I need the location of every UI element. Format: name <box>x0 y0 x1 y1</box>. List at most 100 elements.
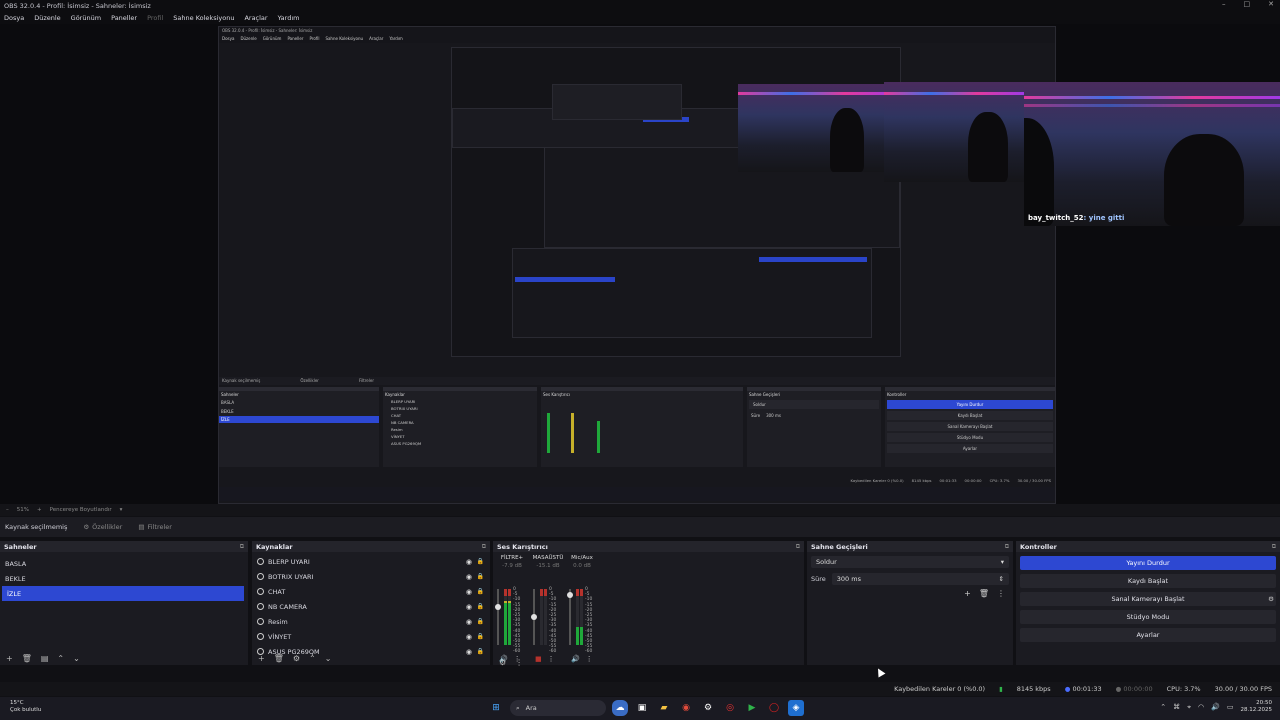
obs-icon[interactable]: ◎ <box>722 700 738 716</box>
dock-popout-icon[interactable]: ⧉ <box>240 543 244 551</box>
lock-icon[interactable]: 🔒 <box>477 603 484 610</box>
weather-widget[interactable]: 15°C Çok bulutlu <box>10 700 41 714</box>
gear-icon[interactable]: ⚙ <box>1264 592 1278 606</box>
filters-button[interactable]: ▤ Filtreler <box>138 523 172 531</box>
wifi-icon[interactable]: ◠ <box>1198 703 1204 711</box>
start-record-button[interactable]: Kaydı Başlat <box>1020 574 1276 588</box>
chevron-down-icon[interactable]: ⌄ <box>325 654 332 663</box>
webcam-feed-small <box>738 84 898 172</box>
properties-button[interactable]: ⚙ Özellikler <box>83 523 122 531</box>
dock-popout-icon[interactable]: ⧉ <box>1272 543 1276 551</box>
volume-fader[interactable] <box>531 589 537 645</box>
eye-icon[interactable]: ◉ <box>466 618 472 626</box>
task-view-icon[interactable]: ▣ <box>634 700 650 716</box>
stop-stream-button[interactable]: Yayını Durdur <box>1020 556 1276 570</box>
filter-icon[interactable]: ▤ <box>41 654 49 663</box>
chevron-up-icon[interactable]: ⌃ <box>309 654 316 663</box>
clock[interactable]: 20:50 28.12.2025 <box>1241 700 1273 714</box>
zoom-in-button[interactable]: + <box>37 507 42 513</box>
gear-icon[interactable]: ⚙ <box>293 654 300 663</box>
fader-knob[interactable] <box>495 604 501 610</box>
source-item[interactable]: NB CAMERA ◉ 🔒 <box>252 599 490 614</box>
chrome-icon[interactable]: ◉ <box>678 700 694 716</box>
lock-icon[interactable]: 🔒 <box>477 558 484 565</box>
source-item[interactable]: BLERP UYARI ◉ 🔒 <box>252 554 490 569</box>
volume-icon[interactable]: 🔊 <box>1211 703 1220 711</box>
volume-fader[interactable] <box>495 589 501 645</box>
chevron-down-icon[interactable]: ⌄ <box>73 654 80 663</box>
add-icon[interactable]: + <box>964 589 971 598</box>
scene-item[interactable]: BEKLE <box>0 571 248 586</box>
fader-knob[interactable] <box>567 591 573 598</box>
location-icon[interactable]: ⌖ <box>1187 703 1191 712</box>
eye-icon[interactable]: ◉ <box>466 558 472 566</box>
taskbar-search[interactable]: ⌕ Ara <box>510 700 606 716</box>
eye-icon[interactable]: ◉ <box>466 588 472 596</box>
menu-view[interactable]: Görünüm <box>71 14 101 22</box>
source-item[interactable]: CHAT ◉ 🔒 <box>252 584 490 599</box>
file-explorer-icon[interactable]: ▰ <box>656 700 672 716</box>
stepper-icon[interactable]: ⇕ <box>999 575 1004 583</box>
opera-icon[interactable]: ◯ <box>766 700 782 716</box>
settings-button[interactable]: Ayarlar <box>1020 628 1276 642</box>
menu-file[interactable]: Dosya <box>4 14 24 22</box>
scene-item[interactable]: BASLA <box>0 556 248 571</box>
menu-help[interactable]: Yardım <box>278 14 300 22</box>
menu-edit[interactable]: Düzenle <box>34 14 60 22</box>
stream-icon: ● <box>1064 685 1071 693</box>
nested-taskbar <box>219 487 1055 501</box>
menu-profile[interactable]: Profil <box>147 14 163 22</box>
trash-icon[interactable]: 🗑 <box>979 589 989 598</box>
widget-icon[interactable]: ☁ <box>612 700 628 716</box>
close-button[interactable]: ✕ <box>1268 0 1274 8</box>
level-meter <box>580 589 583 645</box>
lock-icon[interactable]: 🔒 <box>477 618 484 625</box>
add-icon[interactable]: + <box>6 654 13 663</box>
zoom-mode[interactable]: Pencereye Boyutlandır <box>50 507 112 513</box>
maximize-button[interactable]: □ <box>1244 0 1251 8</box>
minimize-button[interactable]: – <box>1222 0 1226 8</box>
kebab-menu-icon[interactable]: ⋮ <box>997 589 1005 598</box>
kebab-menu-icon[interactable]: ⋮ <box>515 658 523 667</box>
add-icon[interactable]: + <box>258 654 265 663</box>
zoom-out-button[interactable]: – <box>6 507 9 513</box>
virtual-camera-button[interactable]: Sanal Kamerayı Başlat ⚙ <box>1020 592 1276 606</box>
windows-start-icon[interactable]: ⊞ <box>488 700 504 716</box>
dock-popout-icon[interactable]: ⧉ <box>1005 543 1009 551</box>
menu-scene-collection[interactable]: Sahne Koleksiyonu <box>173 14 234 22</box>
source-item[interactable]: VİNYET ◉ 🔒 <box>252 629 490 644</box>
dock-popout-icon[interactable]: ⧉ <box>482 543 486 551</box>
menu-docks[interactable]: Paneller <box>111 14 137 22</box>
preview-canvas[interactable]: OBS 32.0.4 - Profil: İsimsiz - Sahneler:… <box>0 24 1280 504</box>
eye-icon[interactable]: ◉ <box>466 603 472 611</box>
fader-knob[interactable] <box>531 614 537 620</box>
lock-icon[interactable]: 🔒 <box>477 633 484 640</box>
dock-popout-icon[interactable]: ⧉ <box>796 543 800 551</box>
transition-select[interactable]: Soldur ▾ <box>811 556 1009 568</box>
chevron-up-icon[interactable]: ⌃ <box>57 654 64 663</box>
steam-icon[interactable]: ⚙ <box>700 700 716 716</box>
trash-icon[interactable]: 🗑 <box>274 654 284 663</box>
scene-item-selected[interactable]: İZLE <box>2 586 244 601</box>
play-icon[interactable]: ▶ <box>744 700 760 716</box>
studio-mode-button[interactable]: Stüdyo Modu <box>1020 610 1276 624</box>
chevron-down-icon[interactable]: ▾ <box>120 507 123 513</box>
source-item[interactable]: Resim ◉ 🔒 <box>252 614 490 629</box>
clock-time: 20:50 <box>1256 700 1272 706</box>
stream-time: ● 00:01:33 <box>1064 685 1102 693</box>
eye-icon[interactable]: ◉ <box>466 633 472 641</box>
channel-name: Mic/Aux <box>571 555 593 561</box>
network-icon[interactable]: ⌘ <box>1173 703 1180 711</box>
volume-fader[interactable] <box>567 589 573 645</box>
mixer-settings-icon[interactable]: ⚙ <box>499 658 506 667</box>
menu-tools[interactable]: Araçlar <box>244 14 267 22</box>
source-item[interactable]: BOTRIX UYARI ◉ 🔒 <box>252 569 490 584</box>
chevron-up-icon[interactable]: ⌃ <box>1160 703 1166 711</box>
trash-icon[interactable]: 🗑 <box>22 654 32 663</box>
app-icon[interactable]: ◈ <box>788 700 804 716</box>
lock-icon[interactable]: 🔒 <box>477 588 484 595</box>
duration-input[interactable]: 300 ms ⇕ <box>831 573 1009 585</box>
battery-icon[interactable]: ▭ <box>1227 703 1234 711</box>
lock-icon[interactable]: 🔒 <box>477 573 484 580</box>
eye-icon[interactable]: ◉ <box>466 573 472 581</box>
